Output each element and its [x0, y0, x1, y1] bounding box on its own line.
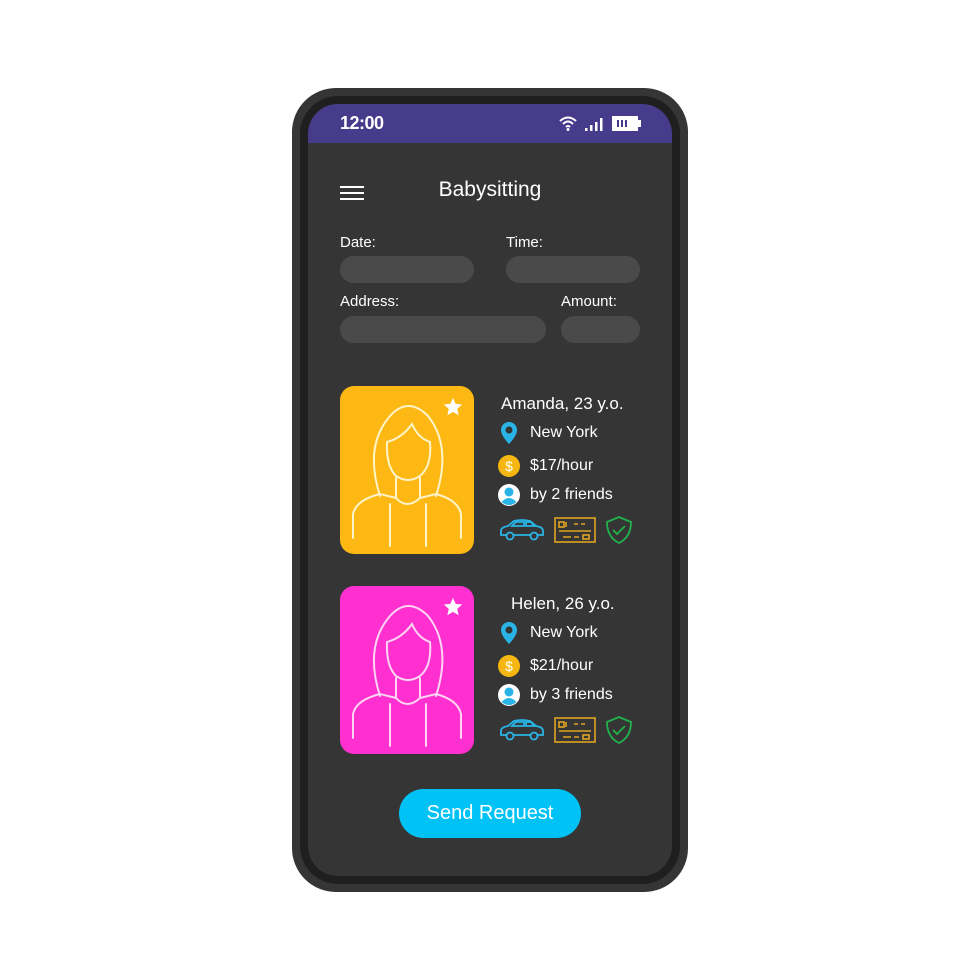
dollar-coin-icon: $ [498, 454, 520, 477]
status-bar: 12:00 [308, 104, 672, 143]
svg-text:$: $ [505, 458, 513, 474]
user-avatar-icon [498, 483, 520, 506]
car-icon [500, 519, 544, 541]
status-time: 12:00 [340, 113, 384, 133]
amount-label: Amount: [561, 293, 617, 310]
shield-check-icon [606, 716, 632, 745]
sitter-info: Amanda, 23 y.o. New York $ $17/hour by 2… [498, 394, 648, 545]
date-label: Date: [340, 234, 376, 251]
time-field[interactable] [506, 256, 640, 283]
sitter-location: New York [530, 623, 598, 641]
sitter-location-row: New York [498, 618, 648, 647]
send-request-button[interactable]: Send Request [399, 789, 581, 838]
sitter-recommend-row: by 2 friends [498, 480, 648, 509]
location-pin-icon [498, 621, 520, 644]
sitter-location-row: New York [498, 418, 648, 447]
sitter-recommend-row: by 3 friends [498, 680, 648, 709]
page-title: Babysitting [438, 178, 542, 201]
address-label: Address: [340, 293, 400, 310]
signal-icon [585, 117, 603, 131]
sitter-name: Amanda, 23 y.o. [501, 394, 624, 413]
sitter-name: Helen, 26 y.o. [511, 594, 615, 613]
date-field[interactable] [340, 256, 474, 283]
shield-check-icon [606, 516, 632, 545]
sitter-badges [498, 515, 648, 545]
favorite-star-icon[interactable] [442, 396, 464, 418]
svg-text:$: $ [505, 658, 513, 674]
sitter-rate: $21/hour [530, 656, 594, 674]
wifi-icon [559, 116, 577, 131]
id-card-icon [554, 517, 596, 543]
sitter-recommended: by 2 friends [530, 485, 613, 503]
phone-frame: 12:00 Babysitting Date: Time: Address: A… [292, 88, 688, 892]
time-label: Time: [506, 234, 543, 251]
sitter-rate-row: $ $17/hour [498, 451, 648, 480]
sitter-recommended: by 3 friends [530, 685, 613, 703]
sitter-photo-card[interactable] [340, 586, 474, 754]
location-pin-icon [498, 421, 520, 444]
dollar-coin-icon: $ [498, 654, 520, 677]
sitter-rate-row: $ $21/hour [498, 651, 648, 680]
sitter-photo-card[interactable] [340, 386, 474, 554]
battery-icon [612, 115, 641, 131]
sitter-location: New York [530, 423, 598, 441]
app-screen: 12:00 Babysitting Date: Time: Address: A… [308, 104, 672, 876]
sitter-badges [498, 715, 648, 745]
favorite-star-icon[interactable] [442, 596, 464, 618]
address-field[interactable] [340, 316, 546, 343]
status-icons [558, 115, 642, 131]
id-card-icon [554, 717, 596, 743]
user-avatar-icon [498, 683, 520, 706]
amount-field[interactable] [561, 316, 640, 343]
sitter-info: Helen, 26 y.o. New York $ $21/hour by 3 … [498, 594, 648, 745]
car-icon [500, 719, 544, 741]
sitter-rate: $17/hour [530, 456, 594, 474]
